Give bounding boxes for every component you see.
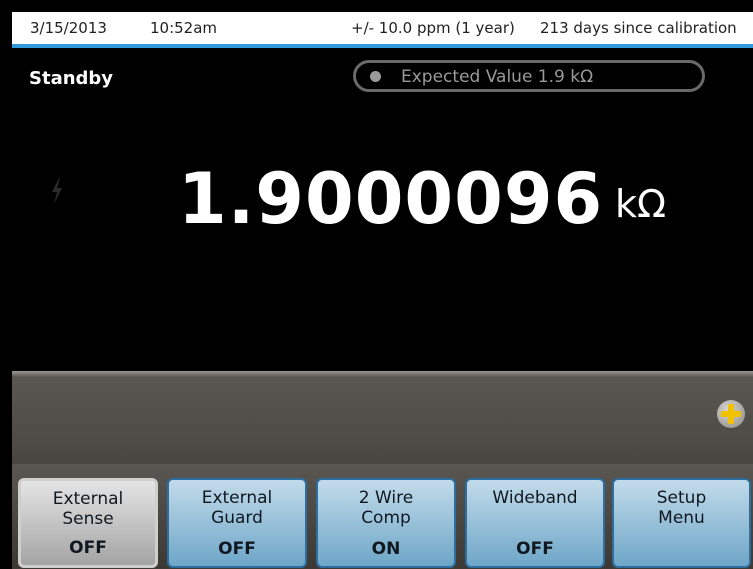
measurement-unit: kΩ: [615, 182, 667, 226]
status-dot-icon: [370, 71, 381, 82]
external-sense-softkey[interactable]: External Sense OFF: [18, 478, 158, 568]
accuracy-spec-text: +/- 10.0 ppm (1 year): [351, 19, 515, 37]
softkey-value: OFF: [69, 538, 107, 558]
time-text: 10:52am: [150, 19, 218, 37]
auxiliary-panel: [12, 371, 753, 464]
softkey-bar: External Sense OFF External Guard OFF 2 …: [12, 464, 753, 569]
expected-value-indicator[interactable]: Expected Value 1.9 kΩ: [353, 60, 705, 92]
lightning-icon: [50, 178, 64, 210]
plus-icon[interactable]: [717, 400, 745, 428]
softkey-label-line2: Sense: [62, 509, 114, 529]
softkey-label-line1: 2 Wire: [358, 488, 414, 508]
mode-label: Standby: [29, 68, 114, 89]
softkey-value: OFF: [218, 539, 256, 559]
softkey-label-line1: External: [52, 489, 124, 509]
softkey-value: OFF: [516, 539, 554, 559]
softkey-label-line1: Wideband: [492, 488, 578, 508]
softkey-label-line1: External: [201, 488, 273, 508]
softkey-label-line2: Guard: [211, 508, 263, 528]
softkey-label-line2: Comp: [361, 508, 411, 528]
main-display: Standby Expected Value 1.9 kΩ 1.9000096 …: [12, 48, 753, 371]
calibration-days-text: 213 days since calibration: [540, 19, 737, 37]
softkey-value: ON: [371, 539, 401, 559]
setup-menu-softkey[interactable]: Setup Menu: [612, 478, 751, 568]
expected-value-text: Expected Value 1.9 kΩ: [401, 67, 594, 87]
measurement-reading: 1.9000096: [178, 158, 604, 240]
softkey-label-line2: Menu: [658, 508, 705, 528]
status-bar: 3/15/2013 10:52am +/- 10.0 ppm (1 year) …: [12, 12, 753, 44]
two-wire-comp-softkey[interactable]: 2 Wire Comp ON: [316, 478, 456, 568]
date-text: 3/15/2013: [30, 19, 107, 37]
softkey-label-line1: Setup: [656, 488, 707, 508]
wideband-softkey[interactable]: Wideband OFF: [465, 478, 605, 568]
external-guard-softkey[interactable]: External Guard OFF: [167, 478, 307, 568]
